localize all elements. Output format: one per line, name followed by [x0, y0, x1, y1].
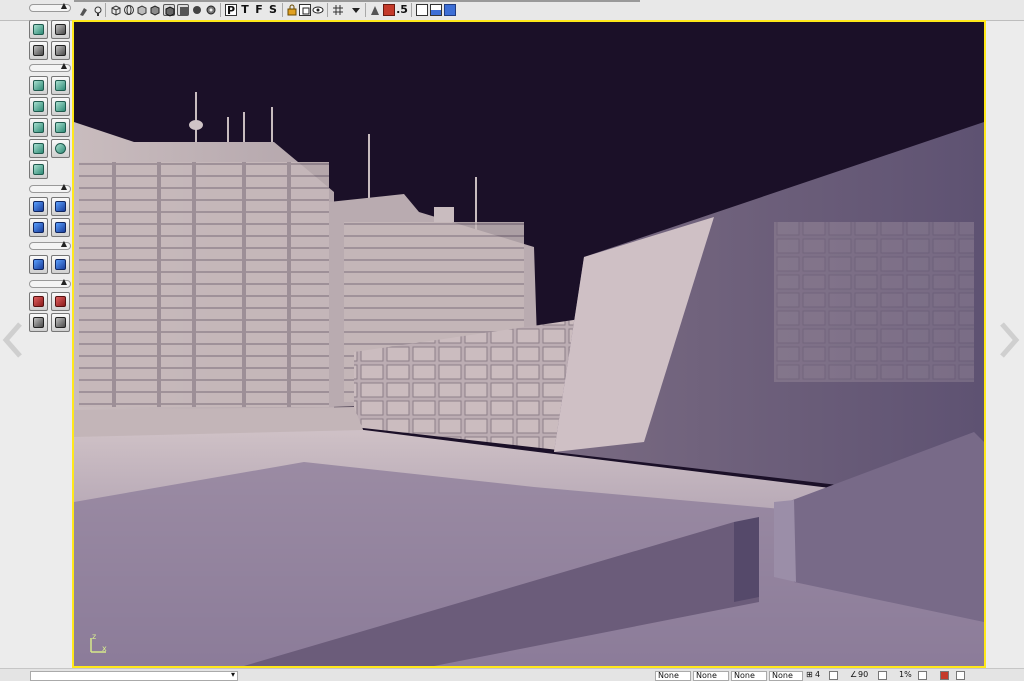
viewport-select-icon[interactable]: [299, 4, 311, 16]
maximize-view-icon[interactable]: [444, 4, 456, 16]
group-collapser[interactable]: ▲: [29, 1, 71, 12]
realtime-preview-icon[interactable]: [383, 4, 395, 16]
record-icon[interactable]: [940, 671, 949, 680]
group-collapser[interactable]: ▲: [29, 239, 71, 250]
toolbar-edge: [74, 0, 640, 2]
lit-cube-icon[interactable]: [163, 4, 175, 17]
wireframe-sphere-icon[interactable]: [123, 4, 135, 16]
perspective-viewport[interactable]: z x: [72, 20, 986, 668]
actor-icon[interactable]: [369, 4, 381, 16]
dropdown-arrow-icon[interactable]: ▾: [231, 670, 235, 680]
x-axis-label: x: [102, 644, 107, 653]
hide-selected-icon[interactable]: [51, 292, 70, 311]
dropdown-arrow-icon[interactable]: [350, 4, 362, 16]
cone-builder-icon[interactable]: [51, 76, 70, 95]
unlit-icon[interactable]: [191, 4, 203, 16]
front-view-toggle[interactable]: F: [253, 4, 265, 16]
lightbulb-icon[interactable]: [92, 5, 104, 17]
curved-stairs-icon[interactable]: [29, 139, 48, 158]
main-toolbar: P T F S .5: [0, 0, 1024, 21]
status-bar: ▾ None None None None ⊞ 4 ∠ 90 1%: [0, 668, 1024, 681]
plane-builder-icon[interactable]: [51, 118, 70, 137]
group-collapser[interactable]: ▲: [29, 182, 71, 193]
show-selected-icon[interactable]: [29, 292, 48, 311]
cube-icon[interactable]: [51, 20, 70, 39]
sheet-builder-icon[interactable]: [29, 118, 48, 137]
csg-subtract-icon[interactable]: [51, 197, 70, 216]
dynamic-lit-icon[interactable]: [177, 4, 189, 16]
sphere-builder-icon[interactable]: [51, 139, 70, 158]
clear-icon[interactable]: [51, 313, 70, 332]
z-axis-label: z: [92, 632, 97, 641]
volumetric-builder-icon[interactable]: [29, 160, 48, 179]
textured-cube-icon[interactable]: [149, 4, 161, 16]
previous-arrow-icon[interactable]: [2, 322, 24, 358]
scale-value[interactable]: 1%: [899, 670, 912, 680]
wireframe-cube-icon[interactable]: [110, 4, 122, 16]
realtime-suffix: .5: [396, 3, 408, 16]
cylinder-builder-icon[interactable]: [51, 97, 70, 116]
eye-icon[interactable]: [312, 4, 324, 16]
grid-snap-checkbox[interactable]: [829, 671, 838, 680]
rotation-snap-checkbox[interactable]: [878, 671, 887, 680]
gear-icon[interactable]: [205, 4, 217, 16]
split-view-icon[interactable]: [430, 4, 442, 16]
add-mover-icon[interactable]: [51, 255, 70, 274]
rotation-snap-icon[interactable]: ∠: [850, 670, 857, 680]
grid-snap-icon[interactable]: ⊞: [806, 670, 813, 680]
next-arrow-icon[interactable]: [998, 322, 1020, 358]
group-collapser[interactable]: ▲: [29, 277, 71, 288]
single-view-icon[interactable]: [416, 4, 428, 16]
side-view-toggle[interactable]: S: [267, 4, 279, 16]
csg-intersect-icon[interactable]: [29, 218, 48, 237]
grid-icon[interactable]: [332, 4, 344, 16]
camera-mode-icon[interactable]: [29, 20, 48, 39]
add-volume-icon[interactable]: [29, 255, 48, 274]
select-all-icon[interactable]: [29, 313, 48, 332]
axis-gizmo: [90, 638, 106, 653]
brush-icon[interactable]: [78, 5, 90, 17]
scene-render: [74, 22, 984, 666]
top-view-toggle[interactable]: T: [239, 4, 251, 16]
csg-add-icon[interactable]: [29, 197, 48, 216]
solid-cube-icon[interactable]: [136, 4, 148, 16]
csg-deintersect-icon[interactable]: [51, 218, 70, 237]
group-collapser[interactable]: ▲: [29, 61, 71, 72]
perspective-toggle[interactable]: P: [225, 4, 237, 17]
move-axis-icon[interactable]: [51, 41, 70, 60]
stairs-builder-icon[interactable]: [29, 97, 48, 116]
rotation-value[interactable]: 90: [858, 670, 868, 680]
scale-snap-checkbox[interactable]: [918, 671, 927, 680]
options-checkbox[interactable]: [956, 671, 965, 680]
cube-builder-icon[interactable]: [29, 76, 48, 95]
terrain-icon[interactable]: [29, 41, 48, 60]
lock-icon[interactable]: [286, 4, 298, 16]
grid-value[interactable]: 4: [815, 670, 820, 680]
